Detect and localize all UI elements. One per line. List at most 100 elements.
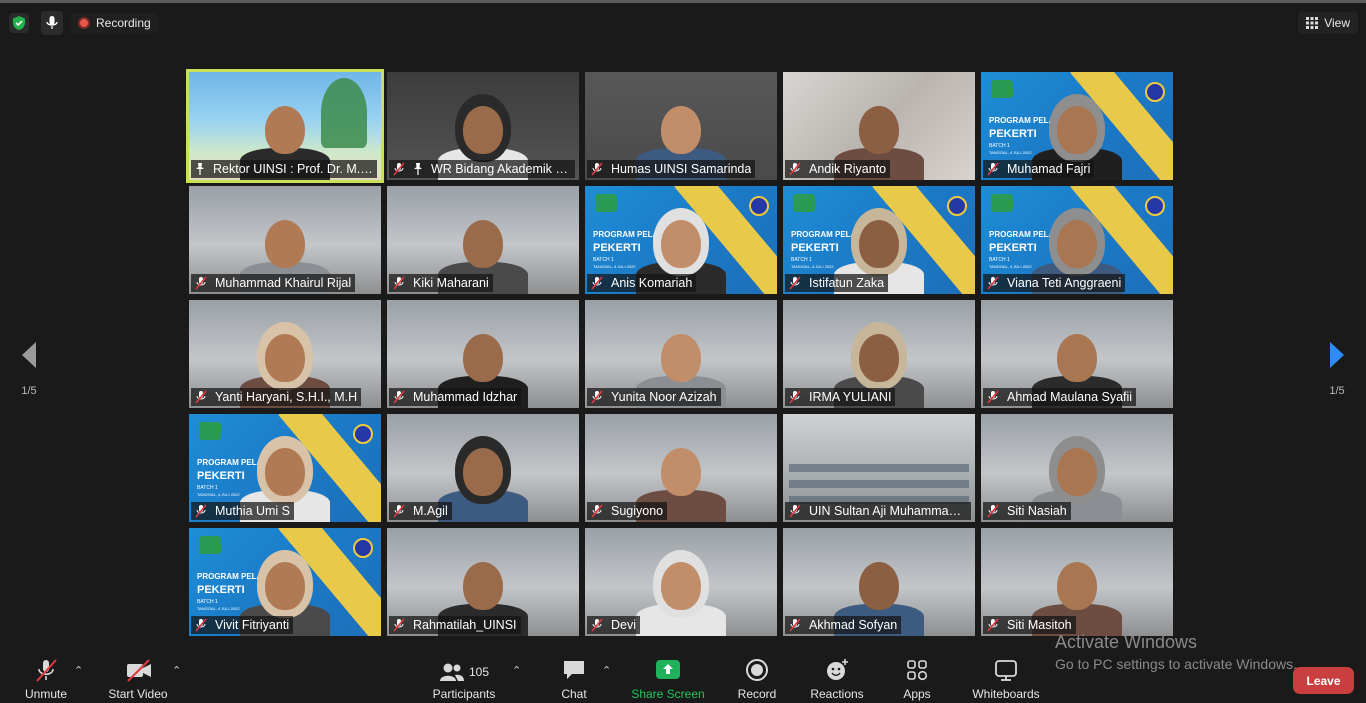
- participant-name: IRMA YULIANI: [809, 390, 892, 404]
- previous-page-button[interactable]: 1/5: [14, 340, 44, 400]
- start-video-label: Start Video: [108, 687, 168, 701]
- participant-name-bar: Siti Nasiah: [983, 502, 1071, 520]
- muted-mic-icon: [789, 390, 801, 404]
- participants-options-caret-icon[interactable]: ⌃: [512, 664, 521, 677]
- participant-name: Muthia Umi S: [215, 504, 291, 518]
- participant-video: [626, 540, 736, 636]
- muted-mic-icon: [393, 618, 405, 632]
- muted-mic-icon: [987, 276, 999, 290]
- muted-mic-icon: [195, 390, 207, 404]
- chat-label: Chat: [561, 687, 587, 701]
- uinsi-logo-icon: [595, 194, 617, 212]
- participant-name: Siti Masitoh: [1007, 618, 1072, 632]
- apps-button[interactable]: Apps: [900, 652, 934, 703]
- audio-indicator-icon[interactable]: [41, 11, 63, 35]
- video-tile[interactable]: Siti Masitoh: [981, 528, 1173, 636]
- participant-name-bar: Muhammad Khairul Rijal: [191, 274, 356, 292]
- participant-face: [859, 106, 899, 154]
- participant-name: Sugiyono: [611, 504, 664, 518]
- window-top-border: [0, 0, 1366, 3]
- muted-mic-icon: [393, 162, 405, 176]
- participant-name-bar: UIN Sultan Aji Muhammad ...: [785, 502, 971, 520]
- reactions-button[interactable]: Reactions: [810, 652, 864, 703]
- video-tile[interactable]: Humas UINSI Samarinda: [585, 72, 777, 180]
- video-tile[interactable]: Kiki Maharani: [387, 186, 579, 294]
- participant-face: [1057, 562, 1097, 610]
- muted-mic-icon: [987, 390, 999, 404]
- video-tile[interactable]: PROGRAM PELATIHAN PEKERTI BATCH 1 TANGGAL, …: [189, 528, 381, 636]
- video-tile[interactable]: Devi: [585, 528, 777, 636]
- participant-name-bar: Anis Komariah: [587, 274, 697, 292]
- participant-name: Rektor UINSI : Prof. Dr. M. ...: [213, 162, 373, 176]
- share-screen-button[interactable]: Share Screen: [631, 652, 705, 703]
- video-tile[interactable]: Andik Riyanto: [783, 72, 975, 180]
- unmute-button[interactable]: Unmute: [22, 652, 70, 703]
- video-tile[interactable]: WR Bidang Akademik U...: [387, 72, 579, 180]
- video-tile[interactable]: Sugiyono: [585, 414, 777, 522]
- recording-label: Recording: [96, 16, 151, 30]
- video-tile[interactable]: PROGRAM PELATIHAN PEKERTI BATCH 1 TANGGAL, …: [189, 414, 381, 522]
- whiteboards-button[interactable]: Whiteboards: [970, 652, 1042, 703]
- participant-name: Yunita Noor Azizah: [611, 390, 717, 404]
- leave-button[interactable]: Leave: [1293, 667, 1354, 694]
- participant-face: [859, 334, 899, 382]
- video-tile[interactable]: PROGRAM PELATIHAN PEKERTI BATCH 1 TANGGAL, …: [585, 186, 777, 294]
- uinsi-logo-icon: [199, 536, 221, 554]
- participant-name-bar: Muthia Umi S: [191, 502, 295, 520]
- participant-name: Anis Komariah: [611, 276, 693, 290]
- muted-mic-icon: [789, 276, 801, 290]
- video-tile[interactable]: M.Agil: [387, 414, 579, 522]
- reactions-label: Reactions: [810, 687, 864, 701]
- video-tile[interactable]: PROGRAM PELATIHAN PEKERTI BATCH 1 TANGGAL, …: [981, 72, 1173, 180]
- video-tile[interactable]: Yunita Noor Azizah: [585, 300, 777, 408]
- video-tile[interactable]: PROGRAM PELATIHAN PEKERTI BATCH 1 TANGGAL, …: [783, 186, 975, 294]
- participant-name-bar: Viana Teti Anggraeni: [983, 274, 1126, 292]
- participant-name: Andik Riyanto: [809, 162, 887, 176]
- participant-face: [265, 220, 305, 268]
- participant-face: [859, 562, 899, 610]
- record-button[interactable]: Record: [737, 652, 777, 703]
- video-tile[interactable]: Rahmatilah_UINSI: [387, 528, 579, 636]
- video-tile[interactable]: Ahmad Maulana Syafii: [981, 300, 1173, 408]
- recording-indicator[interactable]: Recording: [70, 13, 159, 33]
- participant-name: Viana Teti Anggraeni: [1007, 276, 1122, 290]
- participant-name: M.Agil: [413, 504, 448, 518]
- audio-options-caret-icon[interactable]: ⌃: [74, 664, 83, 677]
- uinsi-logo-icon: [991, 80, 1013, 98]
- banner-batch: BATCH 1: [989, 257, 1010, 263]
- chevron-left-icon: [22, 342, 36, 368]
- desk-row: [789, 464, 969, 472]
- muted-mic-icon: [393, 390, 405, 404]
- next-page-button[interactable]: 1/5: [1322, 340, 1352, 400]
- security-shield-icon[interactable]: [9, 13, 29, 33]
- muted-mic-icon: [789, 504, 801, 518]
- video-tile[interactable]: Rektor UINSI : Prof. Dr. M. ...: [186, 69, 384, 183]
- video-tile[interactable]: Muhammad Khairul Rijal: [189, 186, 381, 294]
- chevron-right-icon: [1330, 342, 1344, 368]
- chat-button[interactable]: Chat: [558, 652, 590, 703]
- chat-options-caret-icon[interactable]: ⌃: [602, 664, 611, 677]
- participant-name: Vivit Fitriyanti: [215, 618, 290, 632]
- video-tile[interactable]: Yanti Haryani, S.H.I., M.H: [189, 300, 381, 408]
- video-tile[interactable]: UIN Sultan Aji Muhammad ...: [783, 414, 975, 522]
- page-indicator-left: 1/5: [21, 385, 37, 397]
- video-tile[interactable]: IRMA YULIANI: [783, 300, 975, 408]
- participants-button[interactable]: 105 Participants: [432, 652, 496, 703]
- video-tile[interactable]: Muhammad Idzhar: [387, 300, 579, 408]
- recording-dot-icon: [78, 17, 90, 29]
- video-options-caret-icon[interactable]: ⌃: [172, 664, 181, 677]
- video-tile[interactable]: Siti Nasiah: [981, 414, 1173, 522]
- video-tile[interactable]: Akhmad Sofyan: [783, 528, 975, 636]
- video-camera-off-icon: [125, 657, 151, 683]
- view-button[interactable]: View: [1298, 12, 1358, 34]
- participant-name-bar: Akhmad Sofyan: [785, 616, 902, 634]
- start-video-button[interactable]: Start Video: [107, 652, 169, 703]
- participant-face: [463, 562, 503, 610]
- participant-name: Siti Nasiah: [1007, 504, 1067, 518]
- whiteboard-icon: [993, 657, 1019, 683]
- apps-label: Apps: [903, 687, 931, 701]
- chat-bubble-icon: [561, 657, 587, 683]
- participant-name-bar: Rektor UINSI : Prof. Dr. M. ...: [191, 160, 377, 178]
- meeting-top-bar: Recording View: [0, 8, 1366, 38]
- video-tile[interactable]: PROGRAM PELATIHAN PEKERTI BATCH 1 TANGGAL, …: [981, 186, 1173, 294]
